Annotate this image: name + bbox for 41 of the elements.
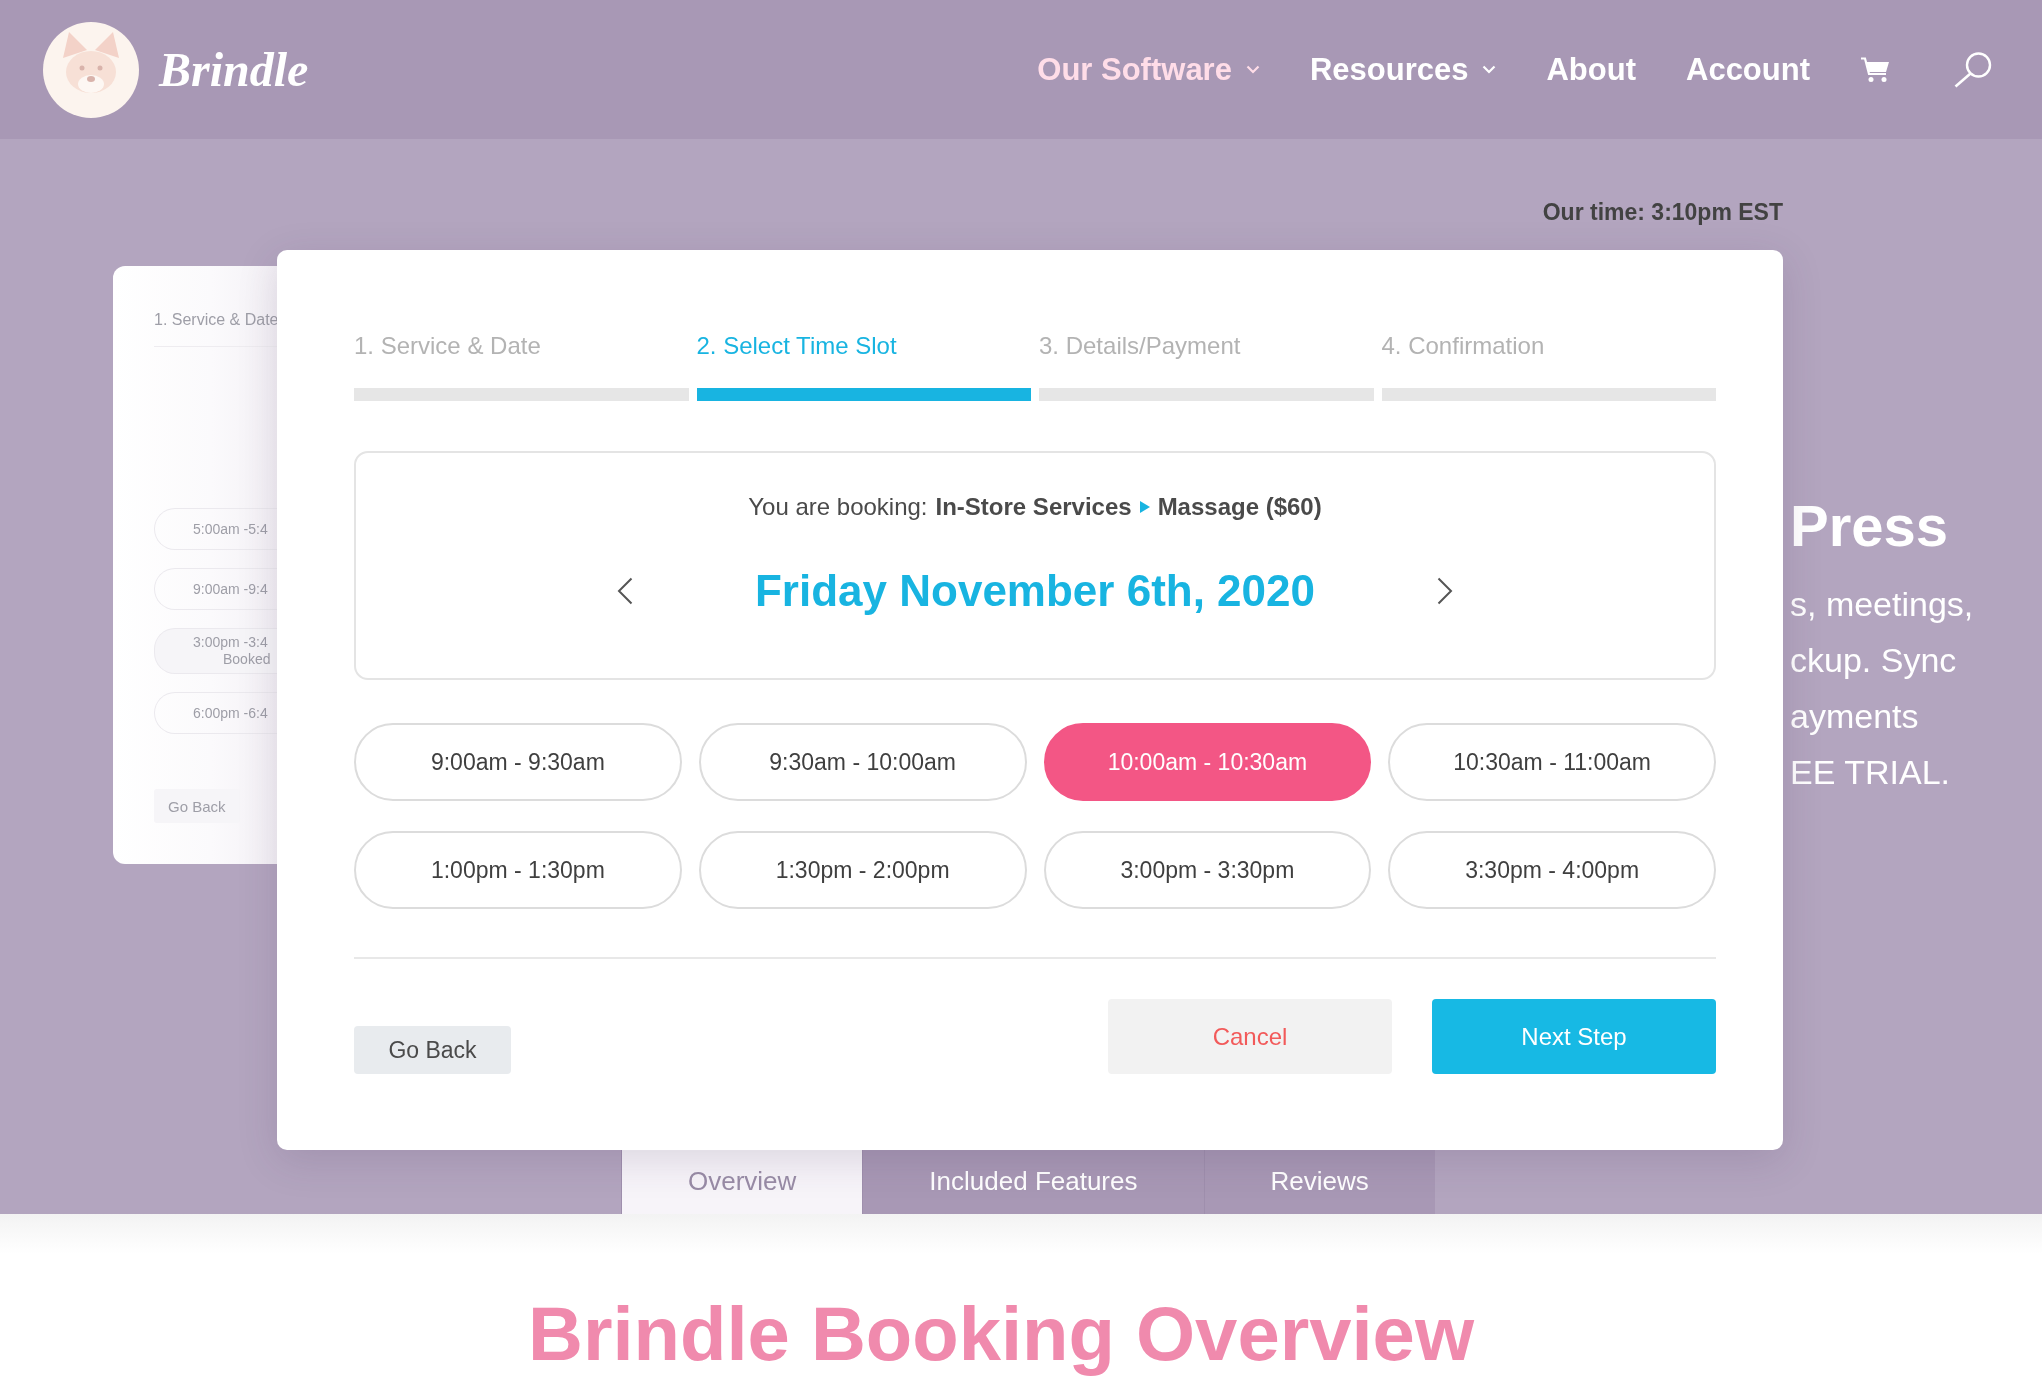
triangle-right-icon xyxy=(1139,501,1150,513)
page-tab[interactable]: Reviews xyxy=(1203,1149,1435,1214)
dog-logo-icon[interactable] xyxy=(43,21,139,118)
cart-icon[interactable] xyxy=(1860,56,1890,83)
page-tab[interactable]: Overview xyxy=(621,1149,863,1214)
step-tab[interactable]: 4. Confirmation xyxy=(1381,330,1716,401)
step-tab[interactable]: 3. Details/Payment xyxy=(1039,330,1374,401)
chevron-left-icon[interactable] xyxy=(616,577,633,605)
service-name: Massage ($60) xyxy=(1157,492,1322,522)
step-tab[interactable]: 2. Select Time Slot xyxy=(696,330,1031,401)
nav-link[interactable]: About xyxy=(1546,51,1636,88)
booking-label: You are booking: xyxy=(748,492,928,522)
hero-text-line: EE TRIAL. xyxy=(1790,752,1950,793)
nav-link[interactable]: Resources xyxy=(1309,51,1497,88)
time-slot-button[interactable]: 3:00pm -3:4 Booked xyxy=(154,628,277,674)
nav-link[interactable]: Our Software xyxy=(1037,51,1260,88)
selected-date: Friday November 6th, 2020 xyxy=(755,565,1315,617)
step-label: 1. Service & Date xyxy=(154,310,279,330)
service-category: In-Store Services xyxy=(935,492,1132,522)
time-slot-button[interactable]: 3:30pm - 4:00pm xyxy=(1388,831,1716,909)
time-slot-button[interactable]: 1:00pm - 1:30pm xyxy=(354,831,682,909)
cancel-button[interactable]: Cancel xyxy=(1108,999,1392,1074)
next-step-button[interactable]: Next Step xyxy=(1432,999,1716,1074)
page-tab[interactable]: Included Features xyxy=(862,1149,1204,1214)
hero-heading: Press xyxy=(1790,492,1950,560)
go-back-button[interactable]: Go Back xyxy=(354,1026,511,1074)
time-slot-button[interactable]: 10:00am - 10:30am xyxy=(1043,723,1372,801)
time-slot-button[interactable]: 9:00am - 9:30am xyxy=(354,723,682,801)
hero-text-line: s, meetings, xyxy=(1790,584,1974,625)
store-time-text: Our time: 3:10pm EST xyxy=(1542,198,1783,227)
hero-text-line: ckup. Sync xyxy=(1790,640,1957,681)
search-icon[interactable] xyxy=(1954,51,1992,88)
time-slot-button[interactable]: 1:30pm - 2:00pm xyxy=(698,831,1027,909)
chevron-right-icon[interactable] xyxy=(1437,577,1454,605)
logo-text[interactable]: Brindle xyxy=(159,42,309,97)
nav-link[interactable]: Account xyxy=(1686,51,1810,88)
hero-text-line: ayments xyxy=(1790,696,1919,737)
time-slot-button[interactable]: 9:30am - 10:00am xyxy=(698,723,1027,801)
time-slot-button[interactable]: 3:00pm - 3:30pm xyxy=(1043,831,1372,909)
step-tab[interactable]: 1. Service & Date xyxy=(354,330,689,401)
time-slot-button[interactable]: 10:30am - 11:00am xyxy=(1388,723,1716,801)
